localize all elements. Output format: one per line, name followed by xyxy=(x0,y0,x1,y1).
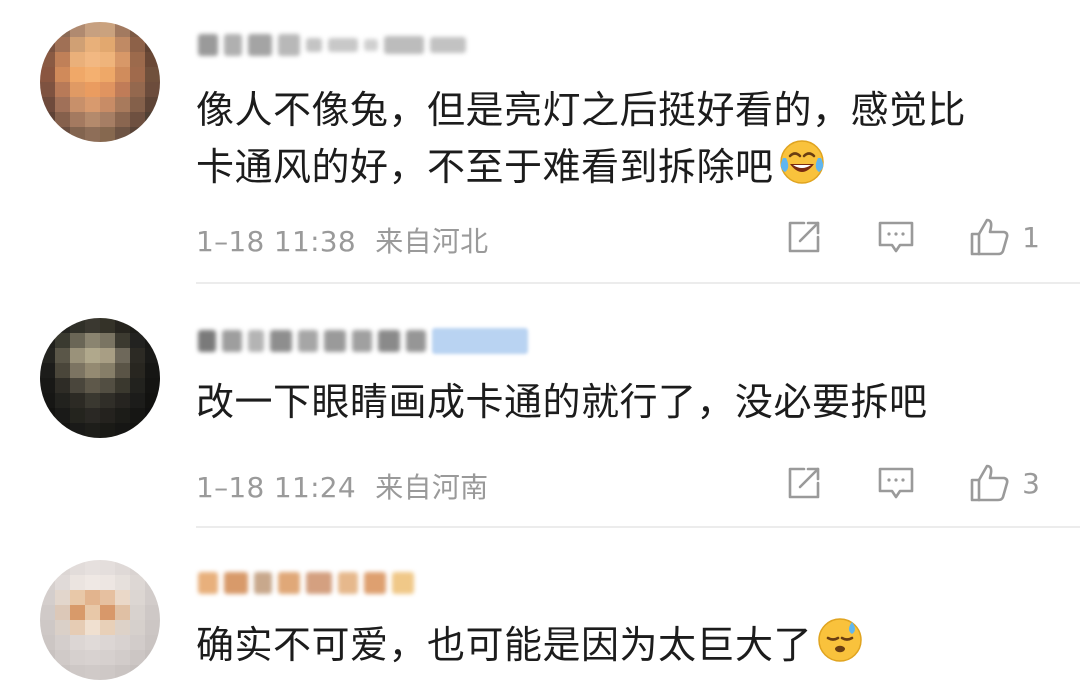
comment-text: 像人不像兔，但是亮灯之后挺好看的，感觉比 卡通风的好，不至于难看到拆除吧 xyxy=(196,82,1050,195)
comment-location: 来自河南 xyxy=(375,471,489,504)
share-icon xyxy=(788,221,820,253)
comment-text-line: 改一下眼睛画成卡通的就行了，没必要拆吧 xyxy=(196,380,928,424)
avatar[interactable] xyxy=(40,22,160,142)
username-blurred[interactable] xyxy=(198,30,466,60)
laughing-crying-emoji-icon xyxy=(779,140,824,184)
like-button[interactable]: 1 xyxy=(968,216,1040,258)
comment-actions: 3 xyxy=(732,462,1040,504)
thumbs-up-icon xyxy=(970,464,1009,502)
comment-time: 1–18 11:24 xyxy=(196,471,357,504)
comment-text-line: 像人不像兔，但是亮灯之后挺好看的，感觉比 xyxy=(196,88,967,132)
comment-text-segment: 卡通风的好，不至于难看到拆除吧 xyxy=(196,145,774,189)
sweat-emoji-icon xyxy=(818,618,862,662)
comment-icon xyxy=(878,221,914,253)
comment-location: 来自河北 xyxy=(375,225,489,258)
comment-actions: 1 xyxy=(732,216,1040,258)
like-count: 1 xyxy=(1022,220,1040,254)
comment-text-segment: 确实不可爱，也可能是因为太巨大了 xyxy=(196,623,813,667)
username-blurred[interactable] xyxy=(198,326,528,356)
avatar[interactable] xyxy=(40,318,160,438)
share-icon xyxy=(788,467,820,499)
comment-text-line: 确实不可爱，也可能是因为太巨大了 xyxy=(196,616,1050,673)
comment-text: 改一下眼睛画成卡通的就行了，没必要拆吧 xyxy=(196,374,1050,430)
like-count: 3 xyxy=(1022,466,1040,500)
share-button[interactable] xyxy=(784,217,824,257)
thumbs-up-icon xyxy=(970,218,1009,256)
comment-text-line: 卡通风的好，不至于难看到拆除吧 xyxy=(196,138,1050,195)
avatar[interactable] xyxy=(40,560,160,680)
comment-meta: 1–18 11:38 来自河北 xyxy=(196,220,488,260)
reply-button[interactable] xyxy=(876,217,916,257)
divider xyxy=(196,526,1080,528)
divider xyxy=(196,282,1080,284)
comment-text: 确实不可爱，也可能是因为太巨大了 xyxy=(196,616,1050,673)
reply-button[interactable] xyxy=(876,463,916,503)
comment-time: 1–18 11:38 xyxy=(196,225,357,258)
comment-icon xyxy=(878,467,914,499)
like-button[interactable]: 3 xyxy=(968,462,1040,504)
share-button[interactable] xyxy=(784,463,824,503)
comment-meta: 1–18 11:24 来自河南 xyxy=(196,466,488,506)
verified-badge xyxy=(432,328,528,354)
username-blurred[interactable] xyxy=(198,568,414,598)
